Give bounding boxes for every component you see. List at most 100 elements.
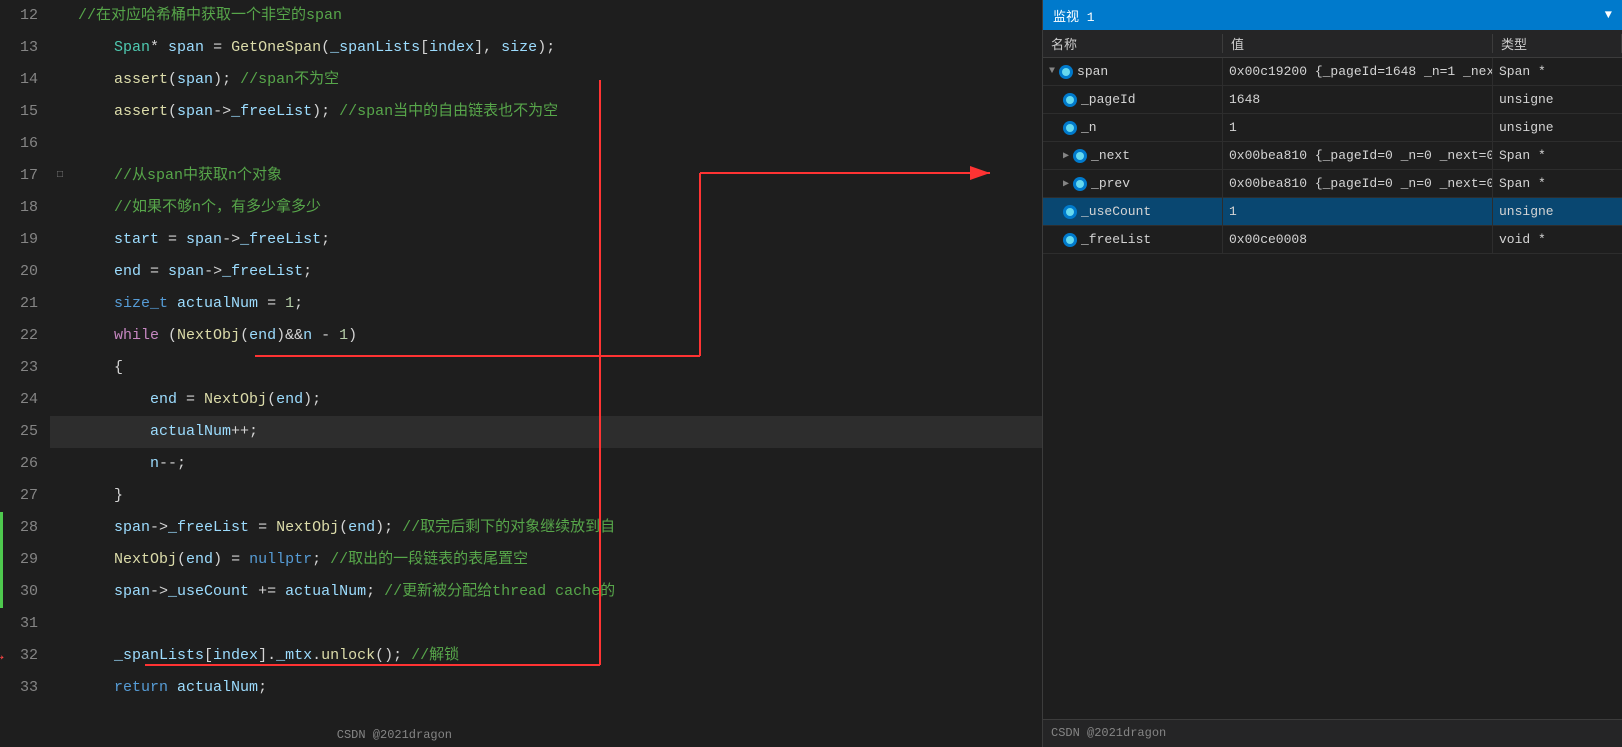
- line-content: return actualNum;: [70, 672, 1042, 704]
- line-number: 25: [0, 416, 50, 448]
- line-content: _spanLists[index]._mtx.unlock(); //解锁: [70, 640, 1042, 672]
- line-number: 15: [0, 96, 50, 128]
- line-number: 13: [0, 32, 50, 64]
- line-content: span->_freeList = NextObj(end); //取完后剩下的…: [70, 512, 1042, 544]
- expand-icon[interactable]: ▼: [1049, 66, 1055, 77]
- line-content: NextObj(end) = nullptr; //取出的一段链表的表尾置空: [70, 544, 1042, 576]
- line-indicator: [50, 640, 70, 672]
- line-number: 16: [0, 128, 50, 160]
- code-line-12: 12 //在对应哈希桶中获取一个非空的span: [0, 0, 1042, 32]
- code-line-15: 15 assert(span->_freeList); //span当中的自由链…: [0, 96, 1042, 128]
- line-content: assert(span->_freeList); //span当中的自由链表也不…: [70, 96, 1042, 128]
- line-indicator: [50, 192, 70, 224]
- line-indicator: [50, 224, 70, 256]
- watch-dot-icon: [1073, 177, 1087, 191]
- watch-row-pageid[interactable]: _pageId 1648 unsigne: [1043, 86, 1622, 114]
- watch-row-n[interactable]: _n 1 unsigne: [1043, 114, 1622, 142]
- watch-dot-icon: [1073, 149, 1087, 163]
- watch-dot-icon: [1063, 233, 1077, 247]
- expand-icon[interactable]: ▶: [1063, 178, 1069, 190]
- line-indicator: □: [50, 160, 70, 192]
- watch-var-name: span: [1077, 64, 1108, 79]
- code-lines: 12 //在对应哈希桶中获取一个非空的span 13 Span* span = …: [0, 0, 1042, 704]
- code-line-26: 26 n--;: [0, 448, 1042, 480]
- line-content: }: [70, 480, 1042, 512]
- line-content: n--;: [70, 448, 1042, 480]
- line-content: [70, 128, 1042, 160]
- watch-row-usecount[interactable]: _useCount 1 unsigne: [1043, 198, 1622, 226]
- comment-text: //在对应哈希桶中获取一个非空的span: [78, 0, 342, 32]
- line-number: 12: [0, 0, 50, 32]
- line-content: size_t actualNum = 1;: [70, 288, 1042, 320]
- line-indicator: [50, 64, 70, 96]
- watch-header-dropdown-icon[interactable]: ▼: [1605, 8, 1612, 22]
- line-content: //从span中获取n个对象: [70, 160, 1042, 192]
- watch-row-name: ▶ _prev: [1043, 170, 1223, 197]
- watch-row-type: void *: [1493, 226, 1622, 253]
- watch-row-next[interactable]: ▶ _next 0x00bea810 {_pageId=0 _n=0 _next…: [1043, 142, 1622, 170]
- watch-var-name: _n: [1081, 120, 1097, 135]
- line-indicator: [50, 32, 70, 64]
- watch-dot-icon: [1063, 121, 1077, 135]
- line-number: 28: [0, 512, 50, 544]
- line-content: Span* span = GetOneSpan(_spanLists[index…: [70, 32, 1042, 64]
- watch-var-name: _useCount: [1081, 204, 1151, 219]
- watch-row-type: unsigne: [1493, 86, 1622, 113]
- watch-row-value: 0x00ce0008: [1223, 226, 1493, 253]
- watch-row-name: ▶ _next: [1043, 142, 1223, 169]
- line-content: //如果不够n个，有多少拿多少: [70, 192, 1042, 224]
- code-line-16: 16: [0, 128, 1042, 160]
- line-content: //在对应哈希桶中获取一个非空的span: [70, 0, 1042, 32]
- line-number: 26: [0, 448, 50, 480]
- code-line-24: 24 end = NextObj(end);: [0, 384, 1042, 416]
- watch-dot-icon: [1063, 93, 1077, 107]
- line-indicator: [50, 416, 70, 448]
- line-number: 22: [0, 320, 50, 352]
- code-editor: 12 //在对应哈希桶中获取一个非空的span 13 Span* span = …: [0, 0, 1042, 747]
- watch-row-freelist[interactable]: _freeList 0x00ce0008 void *: [1043, 226, 1622, 254]
- line-number: 17: [0, 160, 50, 192]
- watch-row-type: Span *: [1493, 170, 1622, 197]
- line-indicator: [50, 512, 70, 544]
- line-indicator: [50, 128, 70, 160]
- code-line-25: 25 actualNum++;: [0, 416, 1042, 448]
- watch-row-name: ▼ span: [1043, 58, 1223, 85]
- line-indicator: [50, 672, 70, 704]
- code-line-33: 33 return actualNum;: [0, 672, 1042, 704]
- line-content: start = span->_freeList;: [70, 224, 1042, 256]
- line-number: 27: [0, 480, 50, 512]
- watch-row-value: 1: [1223, 114, 1493, 141]
- watch-var-name: _prev: [1091, 176, 1130, 191]
- watch-row-value: 0x00c19200 {_pageId=1648 _n=1 _next=0x00…: [1223, 58, 1493, 85]
- code-line-19: 19 start = span->_freeList;: [0, 224, 1042, 256]
- expand-icon[interactable]: ▶: [1063, 150, 1069, 162]
- code-line-21: 21 size_t actualNum = 1;: [0, 288, 1042, 320]
- line-indicator: [50, 448, 70, 480]
- fold-icon[interactable]: □: [57, 160, 63, 192]
- line-content: end = NextObj(end);: [70, 384, 1042, 416]
- line-indicator: [50, 352, 70, 384]
- line-number: 29: [0, 544, 50, 576]
- watch-row-type: unsigne: [1493, 114, 1622, 141]
- code-line-30: 30 span->_useCount += actualNum; //更新被分配…: [0, 576, 1042, 608]
- code-line-31: 31: [0, 608, 1042, 640]
- watch-row-value: 1: [1223, 198, 1493, 225]
- watch-var-name: _next: [1091, 148, 1130, 163]
- line-number: 23: [0, 352, 50, 384]
- line-indicator: [50, 576, 70, 608]
- watch-dot-icon: [1059, 65, 1073, 79]
- watch-var-name: _freeList: [1081, 232, 1151, 247]
- csdn-label-watch: CSDN @2021dragon: [1043, 720, 1622, 746]
- watch-row-name: _n: [1043, 114, 1223, 141]
- line-number: 21: [0, 288, 50, 320]
- watch-dot-icon: [1063, 205, 1077, 219]
- line-indicator: [50, 608, 70, 640]
- line-content: {: [70, 352, 1042, 384]
- watch-row-name: _useCount: [1043, 198, 1223, 225]
- watch-panel-bottom-bar: CSDN @2021dragon: [1043, 719, 1622, 747]
- watch-row-prev[interactable]: ▶ _prev 0x00bea810 {_pageId=0 _n=0 _next…: [1043, 170, 1622, 198]
- line-content: end = span->_freeList;: [70, 256, 1042, 288]
- watch-row-span[interactable]: ▼ span 0x00c19200 {_pageId=1648 _n=1 _ne…: [1043, 58, 1622, 86]
- line-number: 20: [0, 256, 50, 288]
- line-indicator: [50, 480, 70, 512]
